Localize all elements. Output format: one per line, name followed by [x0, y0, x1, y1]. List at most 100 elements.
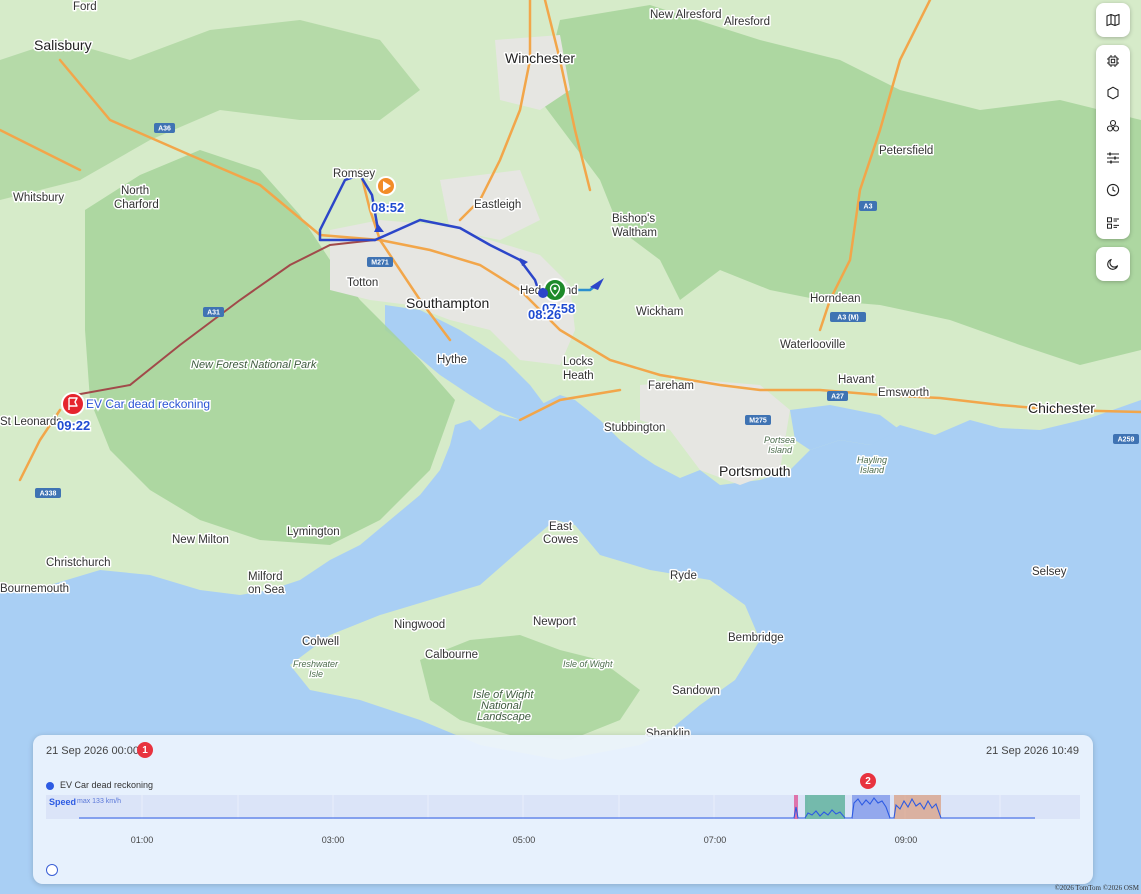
tick-0100: 01:00	[130, 835, 154, 845]
place-label: New Milton	[172, 534, 229, 546]
place-label: Horndean	[810, 293, 861, 305]
speed-title: Speed	[49, 797, 77, 807]
place-label: Bembridge	[728, 632, 784, 644]
timeline-start-date: 21 Sep 2026 00:00	[46, 745, 139, 757]
list-button[interactable]	[1096, 207, 1130, 239]
svg-text:A338: A338	[40, 491, 57, 498]
map-layers-button[interactable]	[1096, 3, 1130, 37]
place-label: Milford	[248, 571, 283, 583]
place-label: Christchurch	[46, 557, 111, 569]
place-label: Selsey	[1032, 566, 1067, 578]
place-label: Winchester	[505, 50, 575, 66]
legend-dot	[46, 782, 54, 790]
place-label: Portsea	[764, 435, 795, 445]
history-button[interactable]	[1096, 175, 1130, 207]
place-label: Southampton	[406, 295, 489, 311]
tick-0300: 03:00	[321, 835, 345, 845]
place-label: Bournemouth	[0, 583, 69, 595]
badge-1[interactable]: 1	[137, 742, 153, 758]
place-label: Waltham	[612, 227, 657, 239]
playback-toggle[interactable]	[46, 864, 58, 876]
road-shield: A36	[154, 123, 175, 133]
place-label: Stubbington	[604, 422, 665, 434]
place-label: Whitsbury	[13, 192, 64, 204]
place-label: Sandown	[672, 685, 720, 697]
place-label: Landscape	[477, 711, 531, 723]
place-label: Ford	[73, 1, 97, 13]
toolbar-group-map	[1096, 3, 1130, 37]
segment-2[interactable]	[805, 795, 845, 819]
place-label: Cowes	[543, 534, 578, 546]
place-label: Ningwood	[394, 619, 445, 631]
moon-icon	[1107, 258, 1119, 270]
speed-max: max 133 km/h	[77, 798, 121, 805]
toolbar-group-tools	[1096, 45, 1130, 239]
map-attribution: ©2026 TomTom ©2026 OSM	[1054, 884, 1139, 892]
road-shield: M271	[367, 257, 393, 267]
place-label: Romsey	[333, 168, 375, 180]
place-label: North	[121, 185, 149, 197]
road-shield: A3 (M)	[830, 312, 866, 322]
place-label: Hayling	[857, 455, 887, 465]
svg-text:A27: A27	[831, 394, 844, 401]
place-label: Eastleigh	[474, 199, 521, 211]
road-shield: A259	[1113, 434, 1139, 444]
road-shield: A338	[35, 488, 61, 498]
place-label: Alresford	[724, 16, 770, 28]
badge-2[interactable]: 2	[860, 773, 876, 789]
svg-text:A3 (M): A3 (M)	[837, 315, 858, 322]
cluster-button[interactable]	[1096, 110, 1130, 142]
place-label: on Sea	[248, 584, 285, 596]
sliders-icon	[1107, 152, 1119, 164]
place-label: Petersfield	[879, 145, 933, 157]
svg-text:A259: A259	[1118, 437, 1135, 444]
place-label: Freshwater	[293, 659, 339, 669]
svg-text:A3: A3	[864, 204, 873, 211]
end-marker[interactable]	[61, 392, 85, 416]
place-label: Isle of Wight	[563, 659, 613, 669]
current-location-marker[interactable]	[543, 278, 567, 302]
place-label: New Forest National Park	[191, 359, 317, 371]
place-label: Heath	[563, 370, 594, 382]
place-label: Hythe	[437, 354, 467, 366]
svg-text:A36: A36	[158, 126, 171, 133]
timeline-panel[interactable]: 21 Sep 2026 00:00 1 21 Sep 2026 10:49 EV…	[33, 735, 1093, 884]
place-label: Totton	[347, 277, 378, 289]
place-label: Isle	[309, 669, 323, 679]
place-label: Newport	[533, 616, 577, 628]
tick-0700: 07:00	[703, 835, 727, 845]
device-name-label: EV Car dead reckoning	[86, 397, 210, 411]
place-label: Island	[860, 465, 885, 475]
place-label: Ryde	[670, 570, 697, 582]
chip-icon	[1107, 55, 1119, 68]
timeline-end-date: 21 Sep 2026 10:49	[986, 745, 1079, 757]
place-label: Salisbury	[34, 37, 92, 53]
speed-track[interactable]: Speed max 133 km/h	[46, 795, 1080, 819]
route-time-3: 08:26	[528, 307, 561, 322]
filters-button[interactable]	[1096, 142, 1130, 174]
start-marker[interactable]	[376, 176, 396, 196]
tick-0900: 09:00	[894, 835, 918, 845]
place-label: Bishop's	[612, 213, 655, 225]
cluster-icon	[1106, 119, 1120, 132]
svg-text:M271: M271	[371, 260, 389, 267]
map-icon	[1106, 13, 1120, 27]
hexagon-icon	[1107, 87, 1119, 100]
road-shield: A27	[827, 391, 848, 401]
geofence-button[interactable]	[1096, 78, 1130, 110]
place-label: Island	[768, 445, 793, 455]
route-time-1: 08:52	[371, 200, 404, 215]
speed-graph	[79, 795, 1035, 819]
toolbar-group-theme	[1096, 247, 1130, 281]
place-label: St Leonards	[0, 416, 62, 428]
place-label: Calbourne	[425, 649, 478, 661]
road-shield: A31	[203, 307, 224, 317]
place-label: Charford	[114, 199, 159, 211]
legend-label: EV Car dead reckoning	[60, 780, 154, 790]
map-view[interactable]: Ford New Alresford Alresford Salisbury Winch…	[0, 0, 1141, 894]
devices-button[interactable]	[1096, 45, 1130, 77]
place-label: Chichester	[1028, 400, 1095, 416]
place-label: Colwell	[302, 636, 339, 648]
dark-mode-button[interactable]	[1096, 247, 1130, 281]
place-label: Lymington	[287, 526, 340, 538]
